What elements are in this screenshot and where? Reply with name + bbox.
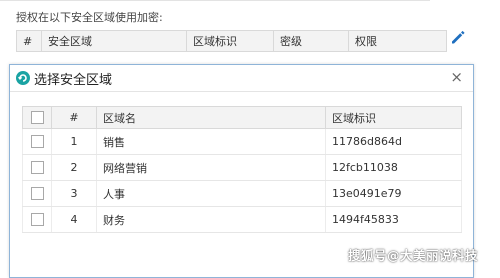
refresh-circle-icon — [16, 71, 30, 85]
col-header-num: # — [16, 30, 42, 52]
col-header-zone-name: 区域名 — [96, 106, 326, 129]
zone-id: 11786d864d — [325, 128, 462, 155]
row-checkbox[interactable] — [30, 213, 44, 227]
zone-id: 1494f45833 — [325, 206, 462, 233]
col-header-level: 密级 — [273, 30, 349, 52]
zone-id: 12fcb11038 — [325, 154, 462, 181]
col-header-permission: 权限 — [348, 30, 447, 52]
table-row[interactable]: 1 销售 11786d864d — [22, 128, 462, 155]
dialog-header: 选择安全区域 × — [10, 65, 473, 92]
col-header-num: # — [51, 106, 97, 129]
row-select-cell — [22, 128, 52, 155]
row-number: 4 — [51, 206, 97, 233]
row-number: 2 — [51, 154, 97, 181]
zone-permission-table: # 安全区域 区域标识 密级 权限 — [16, 30, 447, 52]
zone-select-table: # 区域名 区域标识 1 销售 11786d864d 2 网络营销 12fcb1… — [22, 106, 462, 233]
table-row[interactable]: 3 人事 13e0491e79 — [22, 180, 462, 207]
col-header-zone-id: 区域标识 — [186, 30, 274, 52]
row-number: 3 — [51, 180, 97, 207]
select-all-checkbox[interactable] — [30, 111, 44, 125]
zone-table-header: # 区域名 区域标识 — [22, 106, 462, 129]
row-checkbox[interactable] — [30, 187, 44, 201]
row-number: 1 — [51, 128, 97, 155]
watermark-text: 搜狐号@大美丽说科技 — [348, 248, 479, 263]
zone-id: 13e0491e79 — [325, 180, 462, 207]
row-checkbox[interactable] — [30, 135, 44, 149]
col-header-zone: 安全区域 — [41, 30, 187, 52]
pencil-icon[interactable] — [450, 29, 466, 45]
col-header-zone-id: 区域标识 — [325, 106, 462, 129]
close-button[interactable]: × — [450, 67, 463, 87]
zone-name: 人事 — [96, 180, 326, 207]
table-row[interactable]: 2 网络营销 12fcb11038 — [22, 154, 462, 181]
zone-name: 财务 — [96, 206, 326, 233]
top-divider — [0, 0, 430, 1]
select-all-cell — [22, 106, 52, 129]
zone-name: 网络营销 — [96, 154, 326, 181]
row-select-cell — [22, 154, 52, 181]
row-checkbox[interactable] — [30, 161, 44, 175]
authorization-label: 授权在以下安全区域使用加密: — [16, 11, 163, 24]
dialog-title: 选择安全区域 — [34, 73, 113, 88]
row-select-cell — [22, 206, 52, 233]
zone-name: 销售 — [96, 128, 326, 155]
table-row[interactable]: 4 财务 1494f45833 — [22, 206, 462, 233]
table-header-row: # 安全区域 区域标识 密级 权限 — [16, 30, 447, 52]
row-select-cell — [22, 180, 52, 207]
